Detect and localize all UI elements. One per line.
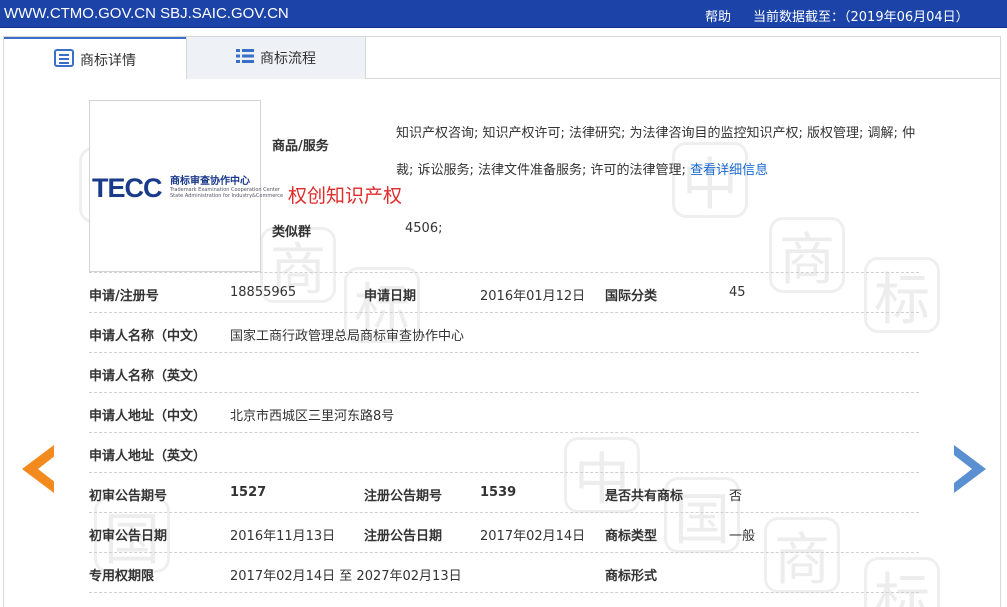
intl-class-value: 45 — [729, 285, 746, 300]
row-divider — [89, 312, 919, 313]
tm-form-label: 商标形式 — [605, 569, 658, 584]
shared-value: 否 — [729, 489, 743, 504]
help-link[interactable]: 帮助 — [705, 6, 731, 25]
tab-trademark-process[interactable]: 商标流程 — [186, 37, 366, 79]
watermark: 标 — [864, 257, 940, 333]
applicant-en-label: 申请人名称（英文） — [89, 369, 207, 384]
logo-mark: TECC — [92, 173, 162, 203]
shared-label: 是否共有商标 — [605, 489, 684, 504]
intl-class-label: 国际分类 — [605, 289, 658, 304]
logo-cn-name: 商标审查协作中心 — [170, 176, 250, 187]
exclusive-period-value: 2017年02月14日 至 2027年02月13日 — [230, 569, 462, 584]
app-date-value: 2016年01月12日 — [480, 289, 586, 304]
applicant-cn-label: 申请人名称（中文） — [89, 329, 207, 344]
watermark: 标 — [864, 557, 940, 607]
row-divider — [89, 352, 919, 353]
list-icon — [54, 48, 74, 71]
reg-pub-date-value: 2017年02月14日 — [480, 529, 586, 544]
site-urls[interactable]: WWW.CTMO.GOV.CN SBJ.SAIC.GOV.CN — [4, 5, 289, 22]
similar-group-value: 4506; — [405, 221, 443, 236]
row-divider — [89, 512, 919, 513]
applicant-cn-value: 国家工商行政管理总局商标审查协作中心 — [230, 329, 465, 344]
tab-trademark-detail[interactable]: 商标详情 — [4, 37, 186, 80]
data-as-of-text: 当前数据截至：（2019年06月04日） — [753, 10, 969, 25]
prelim-date-value: 2016年11月13日 — [230, 529, 336, 544]
row-divider — [89, 552, 919, 553]
logo-en-line: State Administration for Industry&Commer… — [170, 193, 284, 199]
watermark: 商 — [764, 517, 840, 593]
tab-label: 商标详情 — [80, 52, 136, 69]
reg-no-label: 申请/注册号 — [89, 289, 159, 304]
top-bar: WWW.CTMO.GOV.CN SBJ.SAIC.GOV.CN 帮助 当前数据截… — [0, 0, 1007, 28]
reg-pub-date-label: 注册公告日期 — [364, 529, 443, 544]
row-divider — [89, 432, 919, 433]
tab-label: 商标流程 — [260, 51, 316, 67]
address-cn-label: 申请人地址（中文） — [89, 409, 207, 424]
prelim-date-label: 初审公告日期 — [89, 529, 168, 544]
watermark: 商 — [769, 217, 845, 293]
tab-bar: 商标详情 商标流程 — [4, 37, 1000, 80]
trademark-image[interactable]: TECC 商标审查协作中心 Trademark Examination Coop… — [89, 100, 283, 272]
similar-group-label: 类似群 — [272, 225, 312, 240]
tm-type-value: 一般 — [729, 529, 756, 544]
row-divider — [89, 392, 919, 393]
overlay-watermark-text: 权创知识产权 — [288, 185, 403, 207]
goods-list: 知识产权咨询; 知识产权许可; 法律研究; 为法律咨询目的监控知识产权; 版权管… — [396, 126, 916, 178]
row-divider — [89, 272, 919, 273]
row-divider — [89, 472, 919, 473]
prelim-no-value[interactable]: 1527 — [230, 485, 266, 500]
exclusive-period-label: 专用权期限 — [89, 569, 155, 584]
detail-panel: 中 国 商 标 中 商 标 中 国 商 标 国 商标详情 — [3, 36, 1001, 607]
reg-pub-no-value[interactable]: 1539 — [480, 485, 516, 500]
tm-type-label: 商标类型 — [605, 529, 658, 544]
grid-list-icon — [236, 48, 254, 68]
row-divider — [89, 592, 919, 593]
prelim-no-label: 初审公告期号 — [89, 489, 168, 504]
address-en-label: 申请人地址（英文） — [89, 449, 207, 464]
reg-no-value: 18855965 — [230, 285, 297, 300]
address-cn-value: 北京市西城区三里河东路8号 — [230, 409, 395, 424]
app-date-label: 申请日期 — [364, 289, 417, 304]
goods-services-text: 知识产权咨询; 知识产权许可; 法律研究; 为法律咨询目的监控知识产权; 版权管… — [396, 115, 916, 189]
reg-pub-no-label: 注册公告期号 — [364, 489, 443, 504]
goods-label: 商品/服务 — [272, 139, 329, 154]
view-details-link[interactable]: 查看详细信息 — [690, 163, 768, 178]
